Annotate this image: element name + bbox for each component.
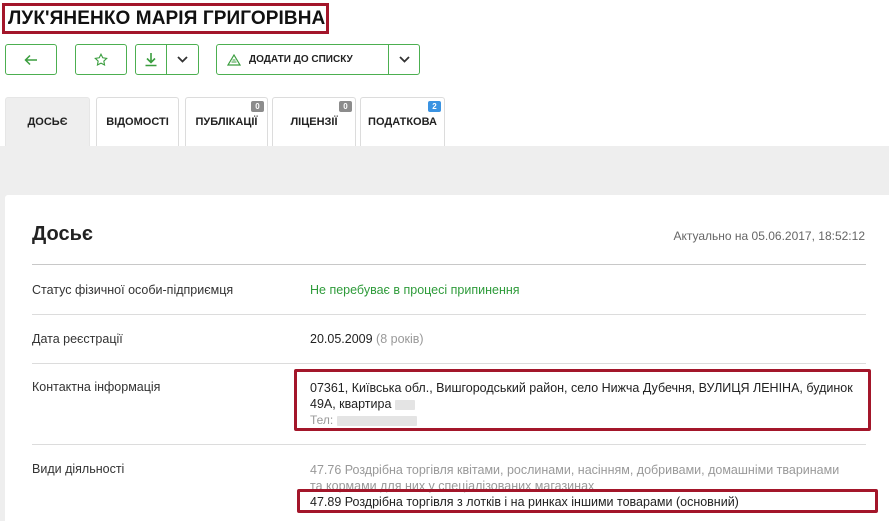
add-to-list-dropdown-toggle[interactable] — [389, 45, 419, 74]
tab-vidomosti[interactable]: ВІДОМОСТІ — [96, 97, 179, 146]
arrow-left-icon — [24, 54, 37, 65]
age-note: (8 років) — [376, 332, 424, 346]
tab-label: ПУБЛІКАЦІЇ — [195, 116, 258, 128]
status-value: Не перебуває в процесі припинення — [310, 283, 520, 297]
count-badge: 0 — [339, 101, 352, 112]
divider — [32, 264, 866, 265]
tab-label: ПОДАТКОВА — [368, 116, 437, 128]
date-value: 20.05.2009 — [310, 332, 373, 346]
divider — [32, 444, 866, 445]
activity-item: 47.76 Роздрібна торгівля квітами, рослин… — [310, 463, 840, 477]
updated-timestamp: Актуально на 05.06.2017, 18:52:12 — [673, 229, 865, 243]
divider — [32, 314, 866, 315]
page-title-highlight: ЛУК'ЯНЕНКО МАРІЯ ГРИГОРІВНА — [2, 3, 329, 34]
tab-label: ВІДОМОСТІ — [106, 116, 169, 128]
divider — [32, 363, 866, 364]
add-to-list-button[interactable]: ДОДАТИ ДО СПИСКУ — [217, 45, 388, 74]
download-icon — [145, 53, 157, 67]
download-button-group — [135, 44, 199, 75]
main-activity-highlight — [297, 489, 878, 513]
download-button[interactable] — [136, 45, 166, 74]
favorite-button[interactable] — [75, 44, 127, 75]
list-triangle-icon — [227, 53, 241, 66]
dossier-card: Досьє Актуально на 05.06.2017, 18:52:12 … — [5, 195, 889, 521]
count-badge: 0 — [251, 101, 264, 112]
chevron-down-icon — [398, 56, 410, 63]
tab-tax[interactable]: 2 ПОДАТКОВА — [360, 97, 445, 146]
field-label: Статус фізичної особи-підприємця — [32, 283, 234, 297]
contact-highlight — [294, 369, 871, 431]
registration-date: 20.05.2009 (8 років) — [310, 332, 424, 346]
tab-label: ДОСЬЄ — [27, 116, 68, 128]
chevron-down-icon — [177, 56, 188, 63]
tab-label: ЛІЦЕНЗІЇ — [290, 116, 338, 128]
count-badge: 2 — [428, 101, 441, 112]
back-button[interactable] — [5, 44, 57, 75]
page-title: ЛУК'ЯНЕНКО МАРІЯ ГРИГОРІВНА — [8, 7, 326, 29]
add-to-list-group: ДОДАТИ ДО СПИСКУ — [216, 44, 420, 75]
download-dropdown-toggle[interactable] — [167, 45, 198, 74]
star-icon — [94, 52, 108, 66]
tab-publications[interactable]: 0 ПУБЛІКАЦІЇ — [185, 97, 268, 146]
field-label: Контактна інформація — [32, 380, 161, 394]
tab-licenses[interactable]: 0 ЛІЦЕНЗІЇ — [272, 97, 356, 146]
tab-dossier[interactable]: ДОСЬЄ — [5, 97, 90, 146]
section-heading: Досьє — [32, 223, 93, 245]
field-label: Види діяльності — [32, 462, 125, 476]
field-label: Дата реєстрації — [32, 332, 123, 346]
add-to-list-label: ДОДАТИ ДО СПИСКУ — [249, 54, 353, 65]
